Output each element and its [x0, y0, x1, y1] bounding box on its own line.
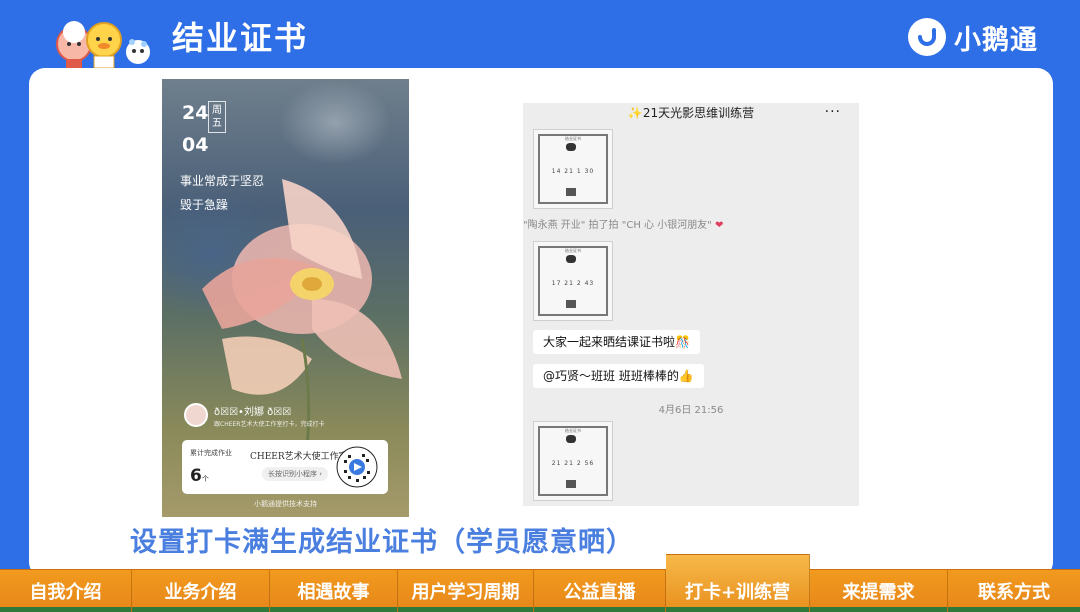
certificate-thumbnail: 结业证书 17 21 2 43: [533, 241, 613, 321]
nav-underline: [270, 607, 397, 612]
nav-item-label: 打卡+训练营: [684, 581, 791, 603]
certificate-numbers: 17 21 2 43: [551, 280, 595, 287]
support-text: 小鹅通提供技术支持: [254, 500, 317, 508]
nav-item-label: 联系方式: [978, 582, 1050, 603]
poster-user-message: 跟CHEER艺术大使工作室打卡，完成打卡: [214, 421, 325, 428]
trophy-icon: [566, 143, 576, 151]
nav-underline: [132, 607, 269, 612]
brand-name: 小鹅通: [954, 24, 1038, 56]
nav-item-label: 公益直播: [563, 582, 636, 603]
certificate-thumbnail: 结业证书 21 21 2 56: [533, 421, 613, 501]
nav-item-label: 用户学习周期: [411, 582, 520, 603]
certificate-title: 结业证书: [565, 136, 581, 141]
poster-month: 04: [182, 134, 209, 156]
studio-name: CHEER艺术大使工作室: [250, 452, 348, 462]
seal-icon: [566, 300, 576, 308]
nav-item-label: 来提需求: [842, 582, 915, 603]
stat-unit: 个: [201, 475, 209, 483]
nav-item-label: 业务介绍: [164, 582, 237, 603]
nav-item-requirements[interactable]: 来提需求: [810, 570, 948, 612]
page-title: 结业证书: [172, 19, 309, 57]
poster-date: 24 04: [182, 101, 208, 157]
slide-caption: 设置打卡满生成结业证书（学员愿意晒）: [130, 527, 634, 558]
chat-title: ✨21天光影思维训练营: [627, 106, 755, 120]
system-message: "陶永燕 开业" 拍了拍 "CH 心 小银河朋友" ❤: [523, 216, 859, 231]
nav-item-learning-cycle[interactable]: 用户学习周期: [398, 570, 534, 612]
bottom-navigation: 自我介绍 业务介绍 相遇故事 用户学习周期 公益直播 打卡+训练营 来提需求 联…: [0, 554, 1080, 612]
nav-underline: [398, 607, 533, 612]
nav-item-label: 相遇故事: [297, 582, 370, 603]
certificate-title: 结业证书: [565, 428, 581, 433]
heart-icon: ❤: [714, 220, 724, 231]
poster-day: 24: [182, 102, 209, 124]
seal-icon: [566, 188, 576, 196]
nav-item-label: 自我介绍: [29, 582, 102, 603]
nav-underline: [0, 607, 131, 612]
quote-line-1: 事业常成于坚忍: [180, 174, 265, 188]
nav-underline: [666, 607, 809, 612]
nav-item-business[interactable]: 业务介绍: [132, 570, 270, 612]
poster-quote: 事业常成于坚忍 毁于急躁: [180, 169, 264, 217]
nav-underline: [810, 607, 947, 612]
avatar: [184, 403, 208, 427]
nav-item-self-intro[interactable]: 自我介绍: [0, 570, 132, 612]
nav-item-story[interactable]: 相遇故事: [270, 570, 398, 612]
certificate-title: 结业证书: [565, 248, 581, 253]
chat-screenshot: ✨21天光影思维训练营 ··· 结业证书 14 21 1 30 "陶永燕 开业"…: [523, 103, 859, 506]
xiaoetong-logo-icon: [908, 18, 946, 56]
stat-number: 6: [190, 466, 202, 486]
chat-bubble: 大家一起来晒结课证书啦🎊: [533, 330, 700, 354]
nav-underline: [948, 607, 1080, 612]
poster-user-name: ð☒☒•刘娜 ð☒☒: [214, 407, 292, 418]
chat-timestamp: 4月6日 21:56: [658, 405, 724, 416]
chat-bubble: @巧贤～班班 班班棒棒的👍: [533, 364, 704, 388]
nav-item-checkin-camp[interactable]: 打卡+训练营: [666, 554, 810, 612]
nav-underline: [534, 607, 665, 612]
mascot-illustration: [52, 14, 162, 70]
trophy-icon: [566, 255, 576, 263]
quote-line-2: 毁于急躁: [180, 198, 229, 212]
stat-value: 6个: [190, 466, 209, 486]
qr-code-icon: [336, 446, 378, 488]
stat-label: 累计完成作业: [190, 449, 232, 457]
nav-item-live[interactable]: 公益直播: [534, 570, 666, 612]
poster-stat-card: 累计完成作业 6个 CHEER艺术大使工作室 长按识别小程序 ›: [182, 440, 388, 494]
certificate-thumbnail: 结业证书 14 21 1 30: [533, 129, 613, 209]
more-icon: ···: [824, 104, 841, 120]
seal-icon: [566, 480, 576, 488]
certificate-numbers: 14 21 1 30: [551, 168, 595, 175]
mini-program-hint: 长按识别小程序 ›: [262, 467, 329, 481]
poster-weekday: 周五: [208, 101, 226, 133]
certificate-numbers: 21 21 2 56: [551, 460, 595, 467]
brand-logo-group: 小鹅通: [908, 17, 1038, 57]
trophy-icon: [566, 435, 576, 443]
certificate-poster-image: 24 04 周五 事业常成于坚忍 毁于急躁 ð☒☒•刘娜 ð☒☒ 跟CHEER艺…: [162, 79, 409, 517]
system-message-text: "陶永燕 开业" 拍了拍 "CH 心 小银河朋友": [523, 220, 712, 231]
nav-item-contact[interactable]: 联系方式: [948, 570, 1080, 612]
